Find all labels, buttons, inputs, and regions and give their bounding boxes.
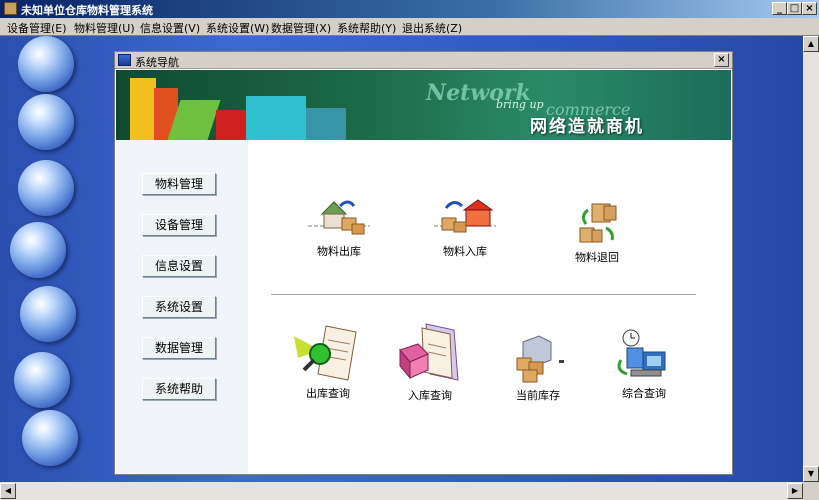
outbound-query-icon <box>290 322 366 384</box>
decorative-ball <box>20 286 76 342</box>
menu-info-settings[interactable]: 信息设置(V) <box>140 20 200 36</box>
decorative-ball <box>18 36 74 92</box>
nav-data-management-button[interactable]: 数据管理 <box>142 337 216 359</box>
current-stock-icon <box>503 330 573 386</box>
app-title: 未知单位仓库物料管理系统 <box>21 4 153 17</box>
section-divider <box>271 294 696 296</box>
material-in-label: 物料入库 <box>443 245 487 258</box>
dialog-titlebar: 系统导航 × <box>115 52 732 69</box>
scroll-down-button[interactable]: ▼ <box>803 466 819 482</box>
scrollbar-corner <box>803 482 819 500</box>
warehouse-in-icon <box>430 196 500 242</box>
navigation-dialog: 系统导航 × Network bring up commerce 网络造就商机 … <box>114 51 733 475</box>
dialog-title: 系统导航 <box>135 56 179 69</box>
dialog-close-button[interactable]: × <box>714 53 729 67</box>
inbound-query-icon <box>392 322 468 386</box>
app-titlebar: 未知单位仓库物料管理系统 _ □ × <box>0 0 819 18</box>
general-query-icon <box>609 326 679 384</box>
general-query-label: 综合查询 <box>622 387 666 400</box>
menubar: 设备管理(E) 物料管理(U) 信息设置(V) 系统设置(W) 数据管理(X) … <box>0 18 819 36</box>
nav-system-help-button[interactable]: 系统帮助 <box>142 378 216 400</box>
content-area: 物料出库 物料入库 物料退回 出库查询 入库查询 当前库存 综合查询 <box>249 140 732 474</box>
general-query-item[interactable]: 综合查询 <box>599 326 689 401</box>
current-stock-label: 当前库存 <box>516 389 560 402</box>
vertical-scrollbar[interactable]: ▲ ▼ <box>803 36 819 482</box>
maximize-button[interactable]: □ <box>787 2 802 15</box>
material-return-item[interactable]: 物料退回 <box>552 202 642 265</box>
scroll-right-button[interactable]: ▶ <box>787 483 803 499</box>
menu-exit[interactable]: 退出系统(Z) <box>402 20 462 36</box>
scroll-up-button[interactable]: ▲ <box>803 36 819 52</box>
decorative-ball <box>22 410 78 466</box>
dialog-icon <box>118 54 131 66</box>
material-in-item[interactable]: 物料入库 <box>420 196 510 259</box>
banner-slogan: 网络造就商机 <box>530 117 644 137</box>
menu-material[interactable]: 物料管理(U) <box>74 20 135 36</box>
material-return-icon <box>562 202 632 248</box>
scroll-left-button[interactable]: ◀ <box>0 483 16 499</box>
decorative-ball <box>18 94 74 150</box>
nav-system-settings-button[interactable]: 系统设置 <box>142 296 216 318</box>
menu-system-help[interactable]: 系统帮助(Y) <box>337 20 396 36</box>
banner-bringup-text: bring up <box>496 98 544 111</box>
decorative-ball <box>18 160 74 216</box>
menu-system-settings[interactable]: 系统设置(W) <box>206 20 269 36</box>
inbound-query-item[interactable]: 入库查询 <box>385 322 475 403</box>
nav-info-settings-button[interactable]: 信息设置 <box>142 255 216 277</box>
menu-equipment[interactable]: 设备管理(E) <box>7 20 67 36</box>
minimize-button[interactable]: _ <box>772 2 787 15</box>
horizontal-scrollbar[interactable]: ◀ ▶ <box>0 482 803 500</box>
banner-image: Network bring up commerce 网络造就商机 <box>116 70 731 140</box>
outbound-query-label: 出库查询 <box>306 387 350 400</box>
nav-material-button[interactable]: 物料管理 <box>142 173 216 195</box>
menu-data-management[interactable]: 数据管理(X) <box>271 20 331 36</box>
warehouse-out-icon <box>304 196 374 242</box>
decorative-ball <box>10 222 66 278</box>
inbound-query-label: 入库查询 <box>408 389 452 402</box>
nav-equipment-button[interactable]: 设备管理 <box>142 214 216 236</box>
decorative-ball <box>14 352 70 408</box>
material-out-label: 物料出库 <box>317 245 361 258</box>
nav-panel: 物料管理 设备管理 信息设置 系统设置 数据管理 系统帮助 <box>116 140 248 474</box>
app-icon <box>4 2 17 15</box>
current-stock-item[interactable]: 当前库存 <box>493 330 583 403</box>
close-button[interactable]: × <box>802 2 817 15</box>
material-out-item[interactable]: 物料出库 <box>294 196 384 259</box>
material-return-label: 物料退回 <box>575 251 619 264</box>
outbound-query-item[interactable]: 出库查询 <box>283 322 373 401</box>
